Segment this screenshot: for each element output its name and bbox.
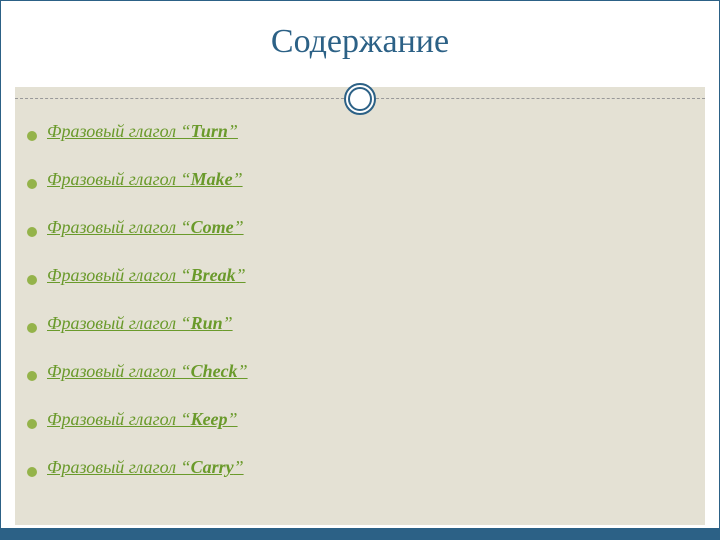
link-suffix: ”: [233, 169, 243, 189]
link-suffix: ”: [228, 121, 238, 141]
link-suffix: ”: [236, 265, 246, 285]
list-item: Фразовый глагол “Break”: [27, 265, 693, 286]
toc-link-break[interactable]: Фразовый глагол “Break”: [47, 265, 246, 286]
toc-link-come[interactable]: Фразовый глагол “Come”: [47, 217, 244, 238]
list-item: Фразовый глагол “Turn”: [27, 121, 693, 142]
link-suffix: ”: [228, 409, 238, 429]
slide: Содержание Фразовый глагол “Turn” Фразов…: [0, 0, 720, 540]
bottom-accent-bar: [1, 528, 719, 539]
link-suffix: ”: [234, 217, 244, 237]
bullet-icon: [27, 227, 37, 237]
link-verb: Make: [191, 169, 233, 189]
list-item: Фразовый глагол “Come”: [27, 217, 693, 238]
link-verb: Come: [191, 217, 234, 237]
list-item: Фразовый глагол “Make”: [27, 169, 693, 190]
list-item: Фразовый глагол “Check”: [27, 361, 693, 382]
link-prefix: Фразовый глагол “: [47, 313, 191, 333]
toc-link-run[interactable]: Фразовый глагол “Run”: [47, 313, 233, 334]
list-item: Фразовый глагол “Run”: [27, 313, 693, 334]
bullet-icon: [27, 275, 37, 285]
toc-link-turn[interactable]: Фразовый глагол “Turn”: [47, 121, 238, 142]
link-prefix: Фразовый глагол “: [47, 217, 191, 237]
link-verb: Run: [191, 313, 223, 333]
link-verb: Check: [191, 361, 238, 381]
link-prefix: Фразовый глагол “: [47, 409, 191, 429]
link-verb: Turn: [191, 121, 228, 141]
link-suffix: ”: [234, 457, 244, 477]
toc-link-keep[interactable]: Фразовый глагол “Keep”: [47, 409, 238, 430]
bullet-icon: [27, 179, 37, 189]
link-prefix: Фразовый глагол “: [47, 265, 191, 285]
link-verb: Carry: [191, 457, 234, 477]
toc-link-carry[interactable]: Фразовый глагол “Carry”: [47, 457, 244, 478]
toc-link-make[interactable]: Фразовый глагол “Make”: [47, 169, 243, 190]
link-suffix: ”: [223, 313, 233, 333]
toc-link-check[interactable]: Фразовый глагол “Check”: [47, 361, 248, 382]
link-verb: Break: [191, 265, 236, 285]
bullet-icon: [27, 419, 37, 429]
bullet-icon: [27, 371, 37, 381]
page-title: Содержание: [1, 23, 719, 61]
bullet-icon: [27, 323, 37, 333]
toc-list: Фразовый глагол “Turn” Фразовый глагол “…: [27, 121, 693, 505]
link-prefix: Фразовый глагол “: [47, 457, 191, 477]
link-prefix: Фразовый глагол “: [47, 121, 191, 141]
divider-circle-icon: [344, 83, 376, 115]
list-item: Фразовый глагол “Keep”: [27, 409, 693, 430]
link-prefix: Фразовый глагол “: [47, 169, 191, 189]
list-item: Фразовый глагол “Carry”: [27, 457, 693, 478]
bullet-icon: [27, 131, 37, 141]
link-verb: Keep: [191, 409, 228, 429]
link-suffix: ”: [238, 361, 248, 381]
bullet-icon: [27, 467, 37, 477]
link-prefix: Фразовый глагол “: [47, 361, 191, 381]
